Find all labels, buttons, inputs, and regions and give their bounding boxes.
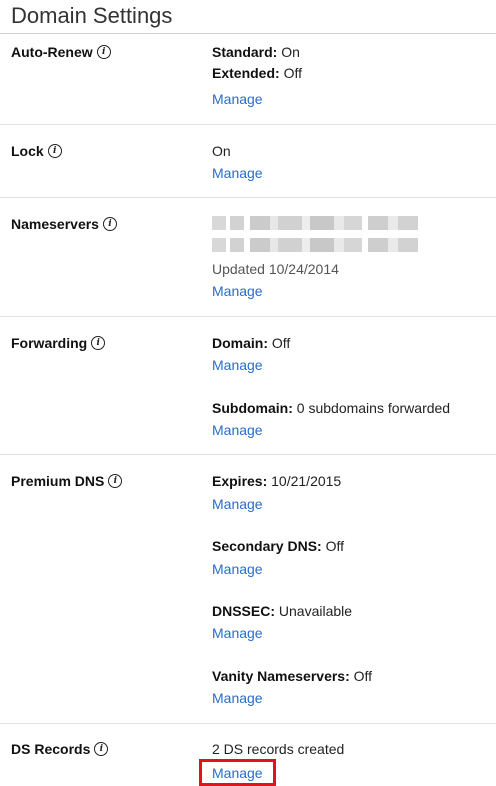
premium-dns-label: Premium DNS i (11, 473, 123, 489)
nameservers-label-text: Nameservers (11, 216, 99, 232)
info-icon[interactable]: i (96, 45, 111, 59)
row-divider (0, 316, 496, 317)
domain-label: Domain: (212, 335, 268, 351)
standard-label: Standard: (212, 44, 278, 60)
info-icon[interactable]: i (94, 742, 109, 756)
auto-renew-extended: Extended: Off (212, 65, 302, 81)
forwarding-subdomain-manage-link[interactable]: Manage (212, 422, 263, 438)
title-divider (0, 33, 496, 34)
info-icon[interactable]: i (108, 474, 123, 488)
auto-renew-manage-link[interactable]: Manage (212, 91, 263, 107)
vanity-nameservers-label: Vanity Nameservers: (212, 668, 350, 684)
secondary-dns: Secondary DNS: Off (212, 538, 344, 554)
vanity-nameservers: Vanity Nameservers: Off (212, 668, 372, 684)
row-divider (0, 124, 496, 125)
dnssec-label: DNSSEC: (212, 603, 276, 619)
nameservers-manage-link[interactable]: Manage (212, 283, 263, 299)
dnssec-manage-link[interactable]: Manage (212, 625, 263, 641)
highlight-box (199, 759, 276, 786)
forwarding-subdomain: Subdomain: 0 subdomains forwarded (212, 400, 450, 416)
redacted-nameserver-2 (212, 238, 418, 252)
premium-dns-manage-link[interactable]: Manage (212, 496, 263, 512)
ds-records-value: 2 DS records created (212, 741, 345, 757)
redacted-nameserver-1 (212, 216, 418, 230)
premium-dns-label-text: Premium DNS (11, 473, 105, 489)
info-icon[interactable]: i (102, 217, 117, 231)
forwarding-label-text: Forwarding (11, 335, 88, 351)
dnssec: DNSSEC: Unavailable (212, 603, 352, 619)
subdomain-label: Subdomain: (212, 400, 293, 416)
ds-records-label: DS Records i (11, 741, 109, 757)
subdomain-value: 0 subdomains forwarded (292, 400, 451, 416)
lock-manage-link[interactable]: Manage (212, 165, 263, 181)
vanity-nameservers-manage-link[interactable]: Manage (212, 690, 263, 706)
info-icon[interactable]: i (91, 336, 106, 350)
secondary-dns-manage-link[interactable]: Manage (212, 561, 263, 577)
vanity-nameservers-value: Off (349, 668, 373, 684)
page-title: Domain Settings (11, 3, 173, 28)
premium-dns-expires: Expires: 10/21/2015 (212, 473, 341, 489)
standard-value: On (277, 44, 300, 60)
forwarding-label: Forwarding i (11, 335, 106, 351)
secondary-dns-label: Secondary DNS: (212, 538, 322, 554)
lock-value: On (212, 143, 231, 159)
expires-label: Expires: (212, 473, 268, 489)
row-divider (0, 197, 496, 198)
nameservers-label: Nameservers i (11, 216, 117, 232)
nameservers-updated: Updated 10/24/2014 (212, 261, 339, 277)
lock-label: Lock i (11, 143, 62, 159)
forwarding-domain-manage-link[interactable]: Manage (212, 357, 263, 373)
secondary-dns-value: Off (321, 538, 345, 554)
auto-renew-standard: Standard: On (212, 44, 300, 60)
info-icon[interactable]: i (47, 144, 62, 158)
row-divider (0, 454, 496, 455)
extended-value: Off (279, 65, 302, 81)
domain-value: Off (268, 335, 291, 351)
expires-value: 10/21/2015 (267, 473, 342, 489)
row-divider (0, 723, 496, 724)
extended-label: Extended: (212, 65, 280, 81)
auto-renew-label-text: Auto-Renew (11, 44, 93, 60)
auto-renew-label: Auto-Renew i (11, 44, 111, 60)
lock-label-text: Lock (11, 143, 44, 159)
ds-records-label-text: DS Records (11, 741, 91, 757)
dnssec-value: Unavailable (275, 603, 353, 619)
forwarding-domain: Domain: Off (212, 335, 290, 351)
